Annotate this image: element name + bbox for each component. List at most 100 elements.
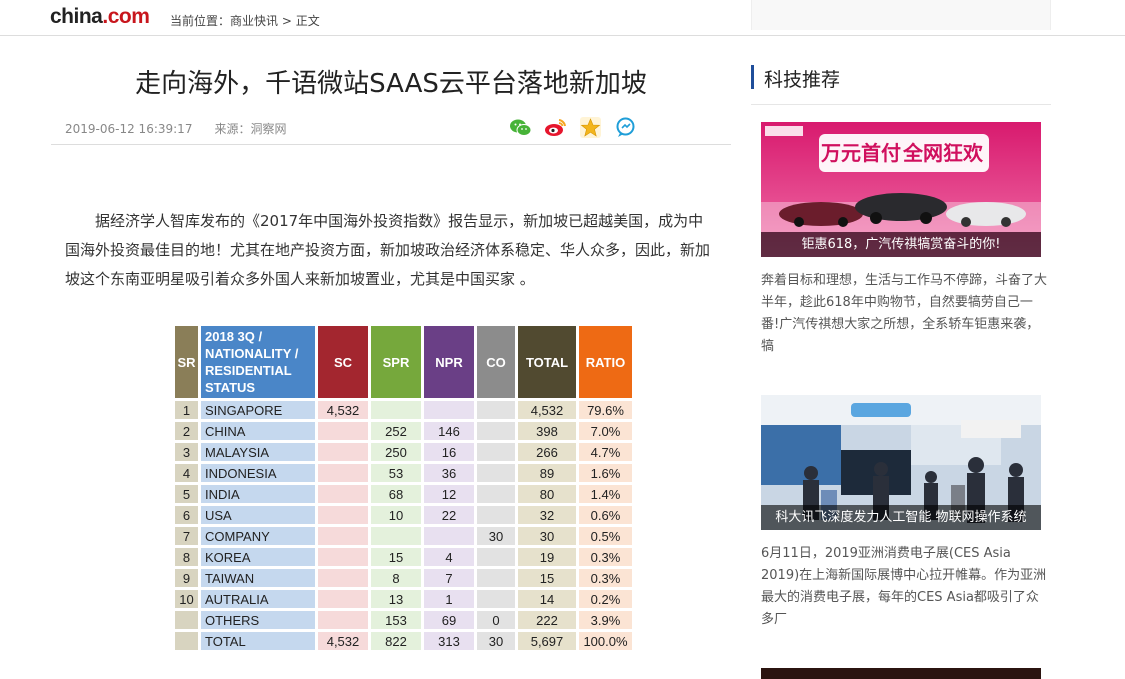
table-cell-ratio: 3.9% [579, 611, 632, 629]
table-cell-npr: 313 [424, 632, 474, 650]
table-cell-spr: 10 [371, 506, 421, 524]
table-cell-sr: 4 [175, 464, 198, 482]
site-logo[interactable]: china.com [50, 5, 150, 29]
table-header-cell: 2018 3Q / NATIONALITY / RESIDENTIAL STAT… [201, 326, 315, 398]
table-cell-npr: 7 [424, 569, 474, 587]
sidebar-heading: 科技推荐 [751, 63, 1051, 105]
wechat-icon[interactable] [509, 116, 532, 139]
table-cell-total: 80 [518, 485, 576, 503]
table-cell-total: 5,697 [518, 632, 576, 650]
table-cell-sc: 4,532 [318, 632, 368, 650]
card-caption[interactable]: 钜惠618，广汽传祺犒赏奋斗的你! [761, 232, 1041, 257]
table-cell-sc [318, 569, 368, 587]
sidebar-card-next[interactable] [761, 668, 1041, 679]
card-caption[interactable]: 科大讯飞深度发力人工智能 物联网操作系统 [761, 505, 1041, 530]
table-cell-nat: INDONESIA [201, 464, 315, 482]
table-cell-co [477, 443, 515, 461]
table-cell-spr: 153 [371, 611, 421, 629]
sidebar-card-iflytek[interactable]: 科大讯飞深度发力人工智能 物联网操作系统 6月11日，2019亚洲消费电子展(C… [761, 395, 1046, 631]
table-cell-sc [318, 611, 368, 629]
table-cell-sr: 2 [175, 422, 198, 440]
table-cell-nat: AUTRALIA [201, 590, 315, 608]
table-cell-total: 266 [518, 443, 576, 461]
table-cell-nat: MALAYSIA [201, 443, 315, 461]
promo-car-image[interactable]: 万元首付 全网狂欢 钜惠618，广汽传祺犒赏奋斗的你! [761, 122, 1041, 257]
table-cell-ratio: 79.6% [579, 401, 632, 419]
table-cell-sr: 8 [175, 548, 198, 566]
table-header-cell: SPR [371, 326, 421, 398]
table-row: 6 USA 10 22 32 0.6% [175, 506, 632, 524]
expo-photo-image[interactable]: 科大讯飞深度发力人工智能 物联网操作系统 [761, 395, 1041, 530]
table-cell-npr: 69 [424, 611, 474, 629]
table-header-cell: TOTAL [518, 326, 576, 398]
weibo-icon[interactable] [544, 116, 567, 139]
sidebar-card-gac-promo[interactable]: 万元首付 全网狂欢 钜惠618，广汽传祺犒赏奋斗的你! 奔着目标和理想，生活与工… [761, 122, 1047, 358]
table-cell-sr: 10 [175, 590, 198, 608]
table-cell-total: 89 [518, 464, 576, 482]
favorite-star-icon[interactable] [579, 116, 602, 139]
table-row: OTHERS 153 69 0 222 3.9% [175, 611, 632, 629]
table-cell-npr: 146 [424, 422, 474, 440]
table-cell-total: 30 [518, 527, 576, 545]
table-cell-ratio: 100.0% [579, 632, 632, 650]
table-row: TOTAL 4,532 822 313 30 5,697 100.0% [175, 632, 632, 650]
table-cell-npr: 12 [424, 485, 474, 503]
table-cell-co [477, 590, 515, 608]
table-cell-ratio: 0.3% [579, 569, 632, 587]
residential-status-table: SR 2018 3Q / NATIONALITY / RESIDENTIAL ST… [172, 323, 635, 653]
table-cell-sc [318, 548, 368, 566]
table-cell-spr: 252 [371, 422, 421, 440]
table-cell-ratio: 1.6% [579, 464, 632, 482]
table-row: 4 INDONESIA 53 36 89 1.6% [175, 464, 632, 482]
comment-icon[interactable] [614, 116, 637, 139]
table-cell-co [477, 485, 515, 503]
table-header-cell: CO [477, 326, 515, 398]
table-row: 1 SINGAPORE 4,532 4,532 79.6% [175, 401, 632, 419]
table-cell-sr: 7 [175, 527, 198, 545]
promo-banner-line1: 万元首付 [820, 141, 901, 165]
table-cell-nat: COMPANY [201, 527, 315, 545]
table-cell-total: 32 [518, 506, 576, 524]
table-cell-npr: 22 [424, 506, 474, 524]
table-cell-spr: 250 [371, 443, 421, 461]
table-cell-total: 398 [518, 422, 576, 440]
table-cell-sr: 5 [175, 485, 198, 503]
table-row: 2 CHINA 252 146 398 7.0% [175, 422, 632, 440]
card-description: 6月11日，2019亚洲消费电子展(CES Asia 2019)在上海新国际展博… [761, 546, 1047, 627]
breadcrumb-section-link[interactable]: 商业快讯 [230, 14, 278, 28]
article-date: 2019-06-12 16:39:17 [65, 122, 193, 136]
next-card-image[interactable] [761, 668, 1041, 679]
heading-accent-bar [751, 65, 754, 89]
article-paragraph: 据经济学人智库发布的《2017年中国海外投资指数》报告显示，新加坡已超越美国，成… [65, 212, 711, 288]
table-cell-sc [318, 527, 368, 545]
table-cell-spr: 822 [371, 632, 421, 650]
table-header-cell: SC [318, 326, 368, 398]
table-cell-npr: 16 [424, 443, 474, 461]
table-cell-ratio: 0.3% [579, 548, 632, 566]
sidebar-heading-text: 科技推荐 [764, 69, 841, 91]
table-cell-co [477, 548, 515, 566]
table-cell-spr: 8 [371, 569, 421, 587]
table-cell-nat: OTHERS [201, 611, 315, 629]
table-cell-nat: TAIWAN [201, 569, 315, 587]
table-cell-npr: 36 [424, 464, 474, 482]
table-cell-ratio: 0.6% [579, 506, 632, 524]
table-cell-ratio: 1.4% [579, 485, 632, 503]
table-cell-sc [318, 506, 368, 524]
table-cell-sc: 4,532 [318, 401, 368, 419]
article-meta: 2019-06-12 16:39:17 来源：洞察网 [65, 120, 286, 137]
table-cell-sc [318, 485, 368, 503]
table-cell-spr: 53 [371, 464, 421, 482]
breadcrumb-separator: > [278, 14, 296, 28]
breadcrumb: 当前位置：商业快讯 > 正文 [170, 12, 320, 29]
table-cell-total: 19 [518, 548, 576, 566]
table-cell-sr [175, 611, 198, 629]
table-cell-co [477, 506, 515, 524]
table-cell-spr: 68 [371, 485, 421, 503]
table-cell-co: 30 [477, 632, 515, 650]
table-cell-sr: 3 [175, 443, 198, 461]
table-cell-npr: 4 [424, 548, 474, 566]
table-header-row: SR 2018 3Q / NATIONALITY / RESIDENTIAL ST… [175, 326, 632, 398]
promo-banner-line2: 全网狂欢 [902, 141, 984, 165]
table-header-cell: SR [175, 326, 198, 398]
